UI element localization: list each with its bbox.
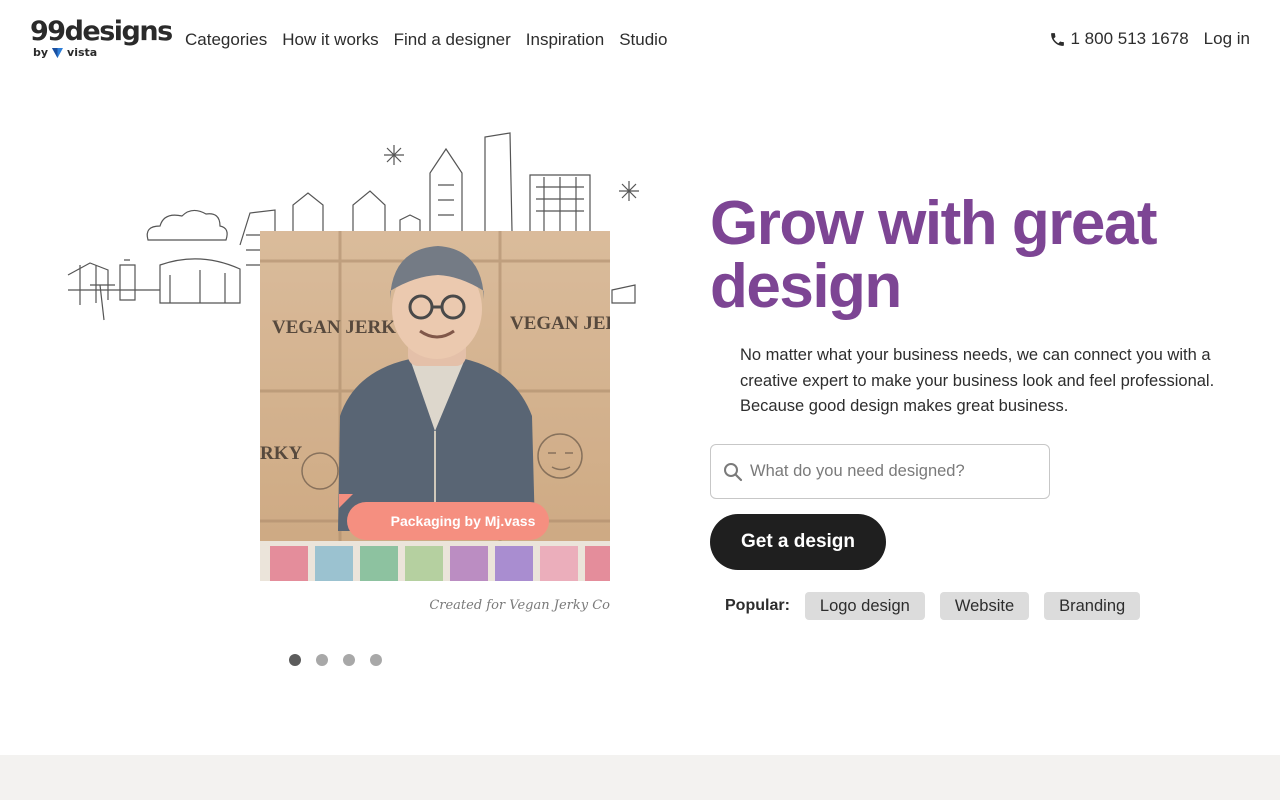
caption-tail bbox=[339, 494, 353, 508]
popular-row: Popular: Logo design Website Branding bbox=[725, 592, 1155, 620]
nav-studio[interactable]: Studio bbox=[619, 29, 667, 51]
nav-inspiration[interactable]: Inspiration bbox=[526, 29, 604, 51]
carousel-dots bbox=[289, 654, 382, 666]
header-right: 1 800 513 1678 Log in bbox=[1049, 29, 1250, 49]
carousel-dot-1[interactable] bbox=[289, 654, 301, 666]
carousel-dot-3[interactable] bbox=[343, 654, 355, 666]
popular-label: Popular: bbox=[725, 597, 790, 614]
logo-by-text: by bbox=[33, 46, 49, 59]
carousel-dot-2[interactable] bbox=[316, 654, 328, 666]
logo-wordmark: 99designs bbox=[30, 16, 173, 47]
phone-number: 1 800 513 1678 bbox=[1070, 29, 1189, 48]
created-for-text: Created for Vegan Jerky Co bbox=[429, 598, 610, 613]
login-link[interactable]: Log in bbox=[1204, 29, 1250, 49]
logo-brand-text: vista bbox=[67, 46, 98, 59]
popular-chip-website[interactable]: Website bbox=[939, 592, 1030, 620]
get-a-design-button[interactable]: Get a design bbox=[710, 514, 886, 570]
phone-icon bbox=[1050, 32, 1064, 46]
search-input[interactable] bbox=[750, 462, 1030, 481]
logo[interactable]: 99designs by vista bbox=[30, 16, 173, 63]
phone-link[interactable]: 1 800 513 1678 bbox=[1049, 29, 1189, 49]
search-box[interactable] bbox=[710, 444, 1050, 499]
carousel-dot-4[interactable] bbox=[370, 654, 382, 666]
main-nav: Categories How it works Find a designer … bbox=[185, 29, 682, 51]
search-icon bbox=[724, 462, 743, 481]
popular-chip-logo-design[interactable]: Logo design bbox=[804, 592, 925, 620]
nav-find-a-designer[interactable]: Find a designer bbox=[394, 29, 511, 51]
designer-caption-badge[interactable]: Packaging by Mj.vass bbox=[347, 502, 549, 540]
next-section-band bbox=[0, 755, 1280, 800]
popular-chip-branding[interactable]: Branding bbox=[1044, 592, 1141, 620]
nav-how-it-works[interactable]: How it works bbox=[282, 29, 378, 51]
hero-headline: Grow with great design bbox=[710, 189, 1157, 321]
logo-byline: by vista bbox=[33, 46, 155, 59]
site-header: 99designs by vista Categories How it wor… bbox=[0, 0, 1280, 80]
vista-icon bbox=[52, 47, 64, 58]
nav-categories[interactable]: Categories bbox=[185, 29, 267, 51]
hero-lead: No matter what your business needs, we c… bbox=[740, 346, 1215, 415]
